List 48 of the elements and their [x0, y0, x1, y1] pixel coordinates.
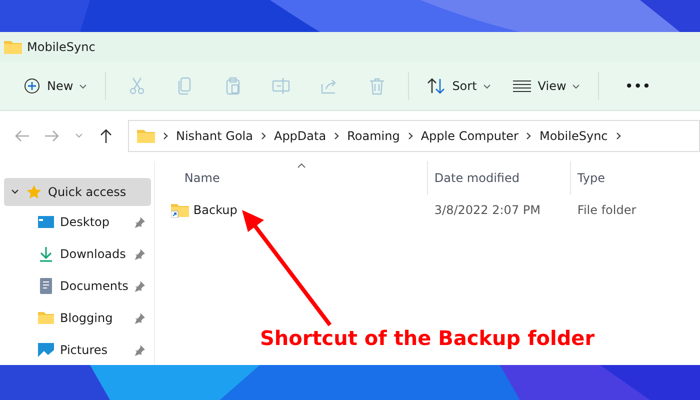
annotation-text: Shortcut of the Backup folder: [260, 326, 595, 350]
file-name[interactable]: Backup: [193, 203, 238, 217]
sidebar-item[interactable]: Pictures: [4, 334, 152, 366]
breadcrumb-item[interactable]: AppData: [274, 129, 326, 143]
column-header[interactable]: Type: [570, 161, 700, 195]
desktop-icon: [38, 214, 54, 230]
column-header[interactable]: Name: [155, 161, 428, 195]
table-cell-text: 3/8/2022 2:07 PM: [433, 203, 542, 217]
chevron-icon: [616, 132, 621, 140]
chevron-icon: [408, 132, 413, 140]
recent-locations-button[interactable]: [74, 132, 84, 140]
plus-icon: [24, 78, 40, 94]
sidebar-item[interactable]: Documents: [4, 270, 152, 302]
folder-shortcut-icon: [171, 202, 190, 218]
breadcrumb-item[interactable]: Nishant Gola: [176, 129, 253, 143]
chevron-icon: [334, 132, 340, 140]
new-button[interactable]: New: [14, 74, 98, 98]
download-icon: [38, 246, 54, 262]
breadcrumb-item[interactable]: Apple Computer: [420, 129, 518, 143]
view-button[interactable]: View: [502, 75, 590, 97]
chevron-icon: [260, 132, 266, 140]
chevron-icon: [163, 132, 168, 140]
column-header[interactable]: Date modified: [427, 161, 570, 195]
caret-icon: [572, 84, 580, 88]
sort-button[interactable]: Sort: [417, 74, 501, 98]
sidebar-item[interactable]: Desktop: [4, 206, 152, 238]
address-bar[interactable]: Nishant Gola AppData Roaming Apple Computer MobileSync: [128, 120, 700, 152]
window-title: MobileSync: [27, 40, 96, 54]
folder-icon: [38, 310, 54, 326]
table-cell-text: File folder: [576, 203, 638, 217]
up-button[interactable]: [98, 128, 114, 144]
caret-icon: [79, 84, 88, 88]
more-button[interactable]: •••: [607, 75, 670, 97]
sidebar-item[interactable]: Quick access: [4, 178, 152, 206]
picture-icon: [38, 342, 54, 358]
breadcrumb-item[interactable]: Roaming: [347, 129, 400, 143]
folder-icon: [137, 129, 155, 143]
star-icon: [26, 184, 42, 200]
lines-icon: [512, 79, 531, 93]
folder-icon: [4, 40, 22, 54]
sidebar-item[interactable]: Blogging: [4, 302, 152, 334]
chevron-icon: [526, 132, 532, 140]
document-icon: [38, 278, 54, 294]
breadcrumb-item[interactable]: MobileSync: [539, 129, 608, 143]
sort-arrows-icon: [427, 78, 446, 94]
sidebar-item[interactable]: Downloads: [4, 238, 152, 270]
rename-icon: [271, 76, 292, 96]
caret-icon: [482, 84, 491, 88]
